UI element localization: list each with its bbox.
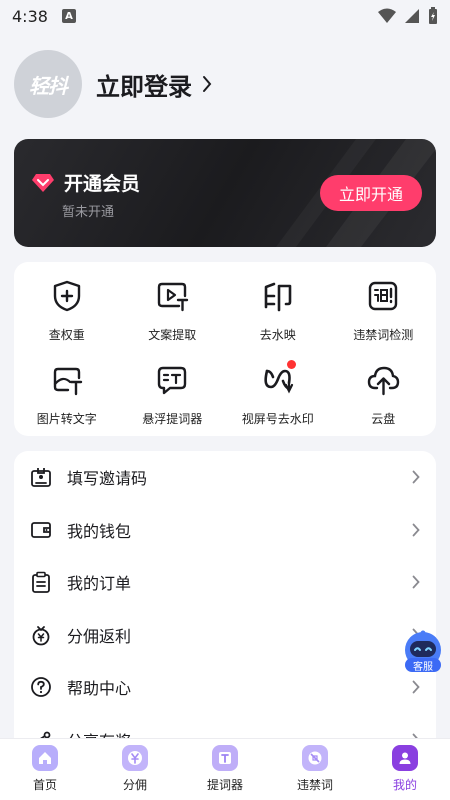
wifi-icon [378,8,396,23]
nav-label: 分佣 [122,778,147,792]
avatar[interactable]: 轻抖 [14,50,82,118]
tool-label: 视屏号去水印 [241,412,314,426]
tool-extract-text[interactable]: 文案提取 [120,274,226,358]
nav-label: 提词器 [206,778,243,792]
tool-label: 文案提取 [148,328,197,342]
menu-label: 填写邀请码 [67,469,148,489]
chevron-right-icon [412,523,420,537]
nav-forbidden-words[interactable]: 违禁词 [270,739,360,800]
chevron-right-icon [412,575,420,589]
nav-label: 首页 [32,778,57,792]
status-time: 4:38 [12,6,48,26]
word-check-icon [365,278,401,314]
bottom-nav: 首页 分佣 提词器 违禁词 我的 [0,738,450,800]
chevron-right-icon [412,470,420,484]
status-icons [378,7,438,25]
menu-list: 填写邀请码 我的钱包 我的订单 分佣返利 帮助中心 分享有奖 [14,451,436,751]
nav-home[interactable]: 首页 [0,739,90,800]
forbidden-word-icon [302,745,328,771]
tool-label: 图片转文字 [36,412,97,426]
nav-profile[interactable]: 我的 [360,739,450,800]
tool-label: 悬浮提词器 [142,412,203,426]
vip-title: 开通会员 [64,173,141,195]
vip-card: 开通会员 暂未开通 立即开通 [14,139,436,247]
profile-header[interactable]: 轻抖 立即登录 [14,50,212,118]
menu-label: 我的订单 [67,574,132,594]
tools-grid: 查权重 文案提取 去水映 违禁词检测 图片转文字 悬浮提词器 视屏号去水印 云盘 [14,262,436,436]
teleprompter-icon [154,362,190,398]
badge-icon [30,466,52,488]
menu-label: 我的钱包 [67,521,132,541]
menu-label: 帮助中心 [67,679,132,699]
menu-item-help[interactable]: 帮助中心 [14,661,436,714]
signal-icon [405,9,419,23]
menu-item-commission[interactable]: 分佣返利 [14,609,436,662]
nav-label: 违禁词 [296,778,333,792]
notification-icon: A [61,9,76,23]
tool-image-to-text[interactable]: 图片转文字 [14,358,120,442]
help-icon [30,676,52,698]
prompter-icon [212,745,238,771]
tool-forbidden-check[interactable]: 违禁词检测 [331,274,437,358]
tool-label: 云盘 [371,412,396,426]
yen-icon [122,745,148,771]
activate-vip-button[interactable]: 立即开通 [320,175,422,211]
money-bag-icon [30,624,52,646]
image-text-icon [49,362,85,398]
chevron-right-icon [412,680,420,694]
seal-icon [260,278,296,314]
cloud-upload-icon [365,362,401,398]
menu-item-orders[interactable]: 我的订单 [14,556,436,609]
shield-plus-icon [49,278,85,314]
tool-channels-watermark[interactable]: 视屏号去水印 [225,358,331,442]
tool-label: 违禁词检测 [353,328,414,342]
channels-icon [260,360,296,398]
nav-prompter[interactable]: 提词器 [180,739,270,800]
tool-teleprompter[interactable]: 悬浮提词器 [120,358,226,442]
tool-cloud-disk[interactable]: 云盘 [331,358,437,442]
status-bar: 4:38 A [0,0,450,32]
clipboard-icon [30,571,52,594]
tool-label: 去水映 [259,328,296,342]
customer-service-button[interactable]: 客服 [400,630,446,676]
tool-remove-watermark[interactable]: 去水映 [225,274,331,358]
tool-label: 查权重 [48,328,85,342]
menu-label: 分佣返利 [67,626,132,646]
nav-commission[interactable]: 分佣 [90,739,180,800]
chevron-right-icon [202,75,212,93]
menu-item-invite-code[interactable]: 填写邀请码 [14,451,436,504]
service-label: 客服 [405,658,441,673]
nav-label: 我的 [392,778,417,792]
vip-status: 暂未开通 [62,205,115,220]
login-link[interactable]: 立即登录 [96,67,192,102]
home-icon [32,745,58,771]
tool-check-weight[interactable]: 查权重 [14,274,120,358]
new-badge [286,360,296,369]
wallet-icon [30,519,52,541]
video-text-icon [154,278,190,314]
diamond-icon [32,173,54,192]
profile-icon [392,745,418,771]
vip-title-row: 开通会员 [32,169,140,196]
menu-item-wallet[interactable]: 我的钱包 [14,504,436,557]
battery-icon [429,7,437,24]
